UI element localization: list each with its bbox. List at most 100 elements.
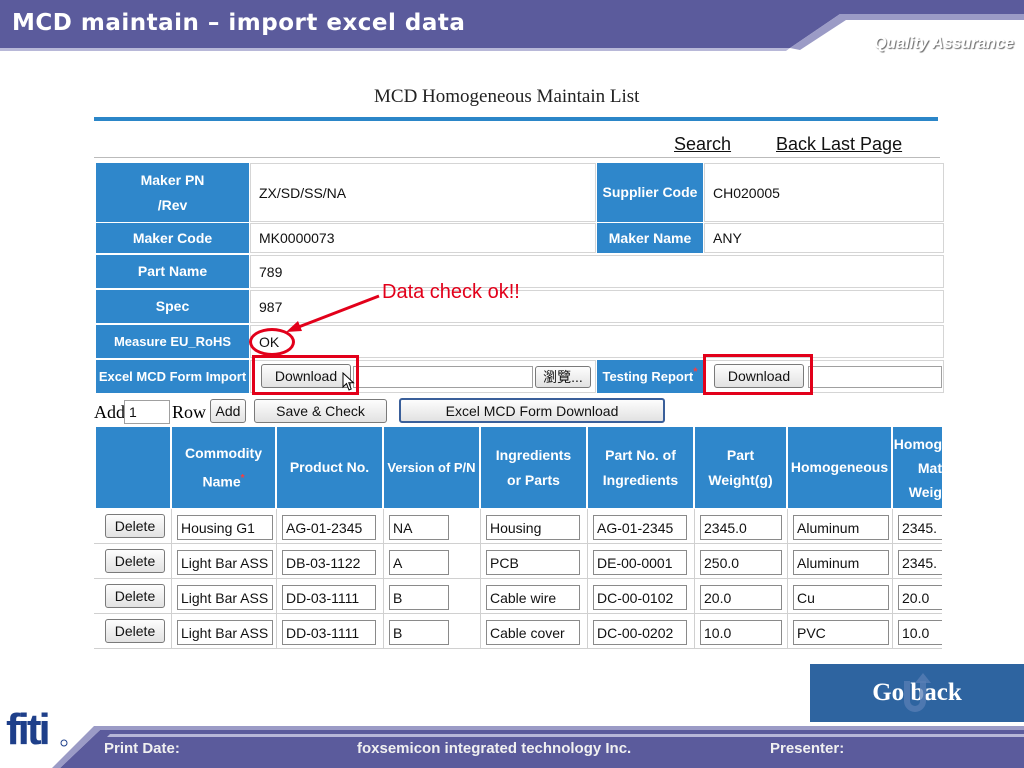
- maker-name-value: ANY: [704, 223, 944, 253]
- weight-input[interactable]: 2345.0: [700, 515, 782, 540]
- version-input[interactable]: A: [389, 550, 449, 575]
- spec-label: Spec: [96, 290, 249, 323]
- excel-form-download-button[interactable]: Excel MCD Form Download: [399, 398, 665, 423]
- table-row: Delete Light Bar ASS DD-03-1111 B Cable cove…: [94, 614, 942, 649]
- version-input[interactable]: B: [389, 620, 449, 645]
- commodity-required-mark: *: [240, 472, 245, 484]
- cell-homogeneous: Cu: [788, 579, 893, 614]
- delete-row-button[interactable]: Delete: [105, 584, 165, 608]
- header-partno-line2: Ingredients: [602, 471, 679, 488]
- cell-material_weight: 20.0: [893, 579, 942, 614]
- weight-input[interactable]: 10.0: [700, 620, 782, 645]
- ingredient-input[interactable]: Housing: [486, 515, 580, 540]
- ingredient-input[interactable]: PCB: [486, 550, 580, 575]
- header-ingredients-line2: or Parts: [507, 471, 560, 488]
- partno-input[interactable]: DE-00-0001: [593, 550, 687, 575]
- material_weight-input[interactable]: 2345.: [898, 550, 942, 575]
- add-row-button[interactable]: Add: [210, 399, 246, 423]
- partno-input[interactable]: DC-00-0202: [593, 620, 687, 645]
- header-weight: Part Weight(g): [695, 427, 787, 508]
- partno-input[interactable]: DC-00-0102: [593, 585, 687, 610]
- commodity-input[interactable]: Light Bar ASS: [177, 585, 273, 610]
- product-input[interactable]: DB-03-1122: [282, 550, 376, 575]
- excel-import-label: Excel MCD Form Import: [96, 360, 249, 393]
- cell-material_weight: 10.0: [893, 614, 942, 649]
- delete-row-button[interactable]: Delete: [105, 549, 165, 573]
- cell-weight: 10.0: [695, 614, 788, 649]
- cell-weight: 2345.0: [695, 509, 788, 544]
- header-partno-line1: Part No. of: [605, 446, 676, 463]
- homogeneous-input[interactable]: Aluminum: [793, 550, 889, 575]
- header-commodity-line2: Name*: [202, 466, 244, 495]
- row-actions-cell: Delete: [96, 509, 172, 544]
- required-mark: *: [693, 366, 698, 378]
- cell-product: DD-03-1111: [277, 579, 384, 614]
- footer-band: [52, 726, 1024, 768]
- header-homogeneous-material-weight: Homog Mat Weig: [893, 427, 942, 508]
- import-file-path-input[interactable]: [353, 366, 533, 388]
- maker-code-label: Maker Code: [96, 223, 249, 253]
- maker-pn-label-line2: /Rev: [157, 196, 188, 213]
- header-homo-mat-line3: Weig: [908, 483, 942, 500]
- weight-input[interactable]: 20.0: [700, 585, 782, 610]
- testing-report-label-text: Testing Report: [602, 369, 694, 384]
- delete-row-button[interactable]: Delete: [105, 619, 165, 643]
- header-ingredients: Ingredients or Parts: [481, 427, 587, 508]
- row-actions-cell: Delete: [96, 614, 172, 649]
- version-input[interactable]: B: [389, 585, 449, 610]
- cell-homogeneous: Aluminum: [788, 544, 893, 579]
- homogeneous-input[interactable]: Cu: [793, 585, 889, 610]
- cell-product: DB-03-1122: [277, 544, 384, 579]
- callout-arrow-icon: [286, 294, 380, 332]
- table-row: Delete Light Bar ASS DD-03-1111 B Cable wire…: [94, 579, 942, 614]
- back-last-page-link[interactable]: Back Last Page: [776, 134, 902, 155]
- browse-button[interactable]: 瀏覽...: [535, 366, 591, 388]
- row-count-input[interactable]: 1: [124, 400, 170, 424]
- homogeneous-input[interactable]: Aluminum: [793, 515, 889, 540]
- product-input[interactable]: DD-03-1111: [282, 585, 376, 610]
- cell-partno: DC-00-0102: [588, 579, 695, 614]
- header-homo-mat-line2: Mat: [917, 459, 942, 476]
- search-link[interactable]: Search: [674, 134, 731, 155]
- commodity-input[interactable]: Light Bar ASS: [177, 550, 273, 575]
- cell-version: A: [384, 544, 481, 579]
- row-actions-cell: Delete: [96, 579, 172, 614]
- download-highlight-box: [252, 355, 359, 395]
- testing-report-label: Testing Report *: [597, 360, 703, 393]
- partno-input[interactable]: AG-01-2345: [593, 515, 687, 540]
- header-commodity-name: Name: [202, 473, 241, 490]
- cell-commodity: Light Bar ASS: [172, 579, 277, 614]
- cell-version: B: [384, 579, 481, 614]
- supplier-code-label: Supplier Code: [597, 163, 703, 222]
- commodity-input[interactable]: Housing G1: [177, 515, 273, 540]
- ingredient-input[interactable]: Cable cover: [486, 620, 580, 645]
- header-ingredients-line1: Ingredients: [495, 446, 572, 463]
- save-check-button[interactable]: Save & Check: [254, 399, 387, 423]
- company-name: foxsemicon integrated technology Inc.: [357, 740, 632, 757]
- header-version: Version of P/N: [384, 427, 480, 508]
- homogeneous-input[interactable]: PVC: [793, 620, 889, 645]
- cell-ingredient: Housing: [481, 509, 588, 544]
- delete-row-button[interactable]: Delete: [105, 514, 165, 538]
- header-homogeneous: Homogeneous: [788, 427, 892, 508]
- ingredient-input[interactable]: Cable wire: [486, 585, 580, 610]
- weight-input[interactable]: 250.0: [700, 550, 782, 575]
- cell-homogeneous: Aluminum: [788, 509, 893, 544]
- material_weight-input[interactable]: 10.0: [898, 620, 942, 645]
- product-input[interactable]: AG-01-2345: [282, 515, 376, 540]
- cell-version: NA: [384, 509, 481, 544]
- header-product-no: Product No.: [277, 427, 383, 508]
- cell-commodity: Light Bar ASS: [172, 544, 277, 579]
- version-input[interactable]: NA: [389, 515, 449, 540]
- material_weight-input[interactable]: 20.0: [898, 585, 942, 610]
- commodity-input[interactable]: Light Bar ASS: [177, 620, 273, 645]
- cell-product: AG-01-2345: [277, 509, 384, 544]
- cell-material_weight: 2345.: [893, 544, 942, 579]
- slide-title: MCD maintain – import excel data: [12, 10, 466, 36]
- slide-header: MCD maintain – import excel data Quality…: [0, 0, 1024, 60]
- testing-report-file-input[interactable]: [808, 366, 942, 388]
- material_weight-input[interactable]: 2345.: [898, 515, 942, 540]
- maker-code-value: MK0000073: [250, 223, 596, 253]
- product-input[interactable]: DD-03-1111: [282, 620, 376, 645]
- page-title: MCD Homogeneous Maintain List: [374, 86, 640, 107]
